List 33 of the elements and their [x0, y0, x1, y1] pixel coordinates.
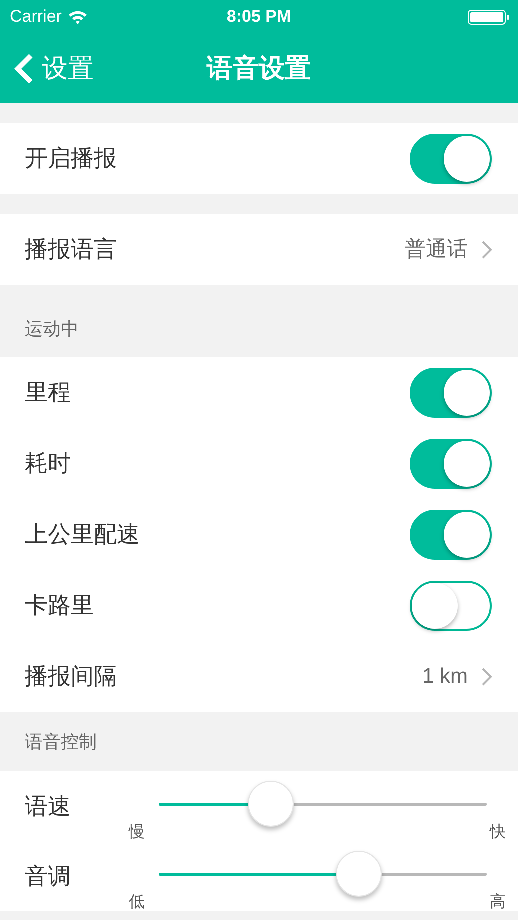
carrier-label: Carrier — [10, 6, 62, 28]
status-time: 8:05 PM — [226, 6, 292, 28]
toggle-switch[interactable] — [410, 580, 492, 630]
chevron-right-icon — [482, 240, 492, 258]
section-header: 运动中 — [25, 318, 79, 341]
setting-label: 耗时 — [25, 449, 71, 478]
setting-label: 播报语言 — [25, 235, 117, 264]
setting-value: 普通话 — [405, 236, 468, 263]
setting-label: 里程 — [25, 378, 71, 408]
setting-label: 音调 — [25, 862, 71, 891]
slider-thumb[interactable] — [336, 851, 382, 897]
screen-title: 语音设置 — [207, 52, 311, 85]
back-button[interactable]: 设置 — [0, 49, 94, 88]
slider-min-label: 慢 — [129, 825, 145, 841]
wifi-icon — [68, 10, 88, 24]
slider-thumb[interactable] — [248, 781, 294, 827]
setting-label: 上公里配速 — [25, 520, 140, 550]
chevron-right-icon — [482, 668, 492, 686]
battery-icon — [468, 10, 510, 25]
chevron-left-icon — [14, 52, 34, 84]
toggle-switch[interactable] — [410, 134, 492, 184]
slider-max-label: 快 — [490, 825, 506, 841]
toggle-switch[interactable] — [410, 510, 492, 560]
toggle-switch[interactable] — [410, 368, 492, 418]
section-header: 语音控制 — [25, 731, 97, 754]
setting-value: 1 km — [422, 664, 468, 690]
slider-min-label: 低 — [129, 895, 145, 911]
setting-label: 开启播报 — [25, 144, 117, 174]
setting-label: 播报间隔 — [25, 662, 117, 692]
setting-label: 语速 — [25, 792, 71, 821]
slider-max-label: 高 — [490, 895, 506, 911]
setting-label: 卡路里 — [25, 591, 94, 620]
toggle-switch[interactable] — [410, 438, 492, 488]
